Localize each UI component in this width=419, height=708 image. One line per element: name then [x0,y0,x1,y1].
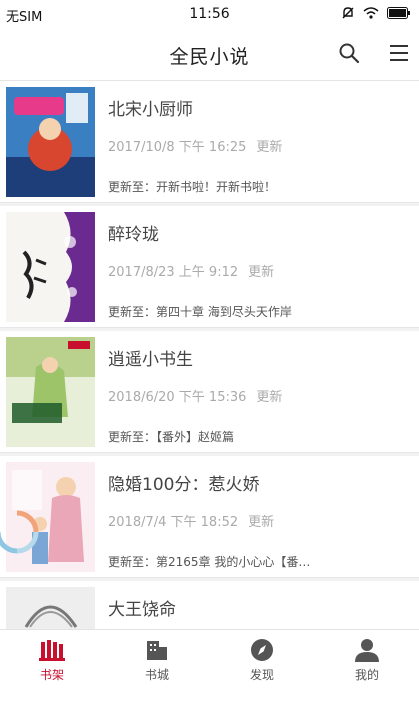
update-tag: 更新 [256,140,283,155]
tab-profile[interactable]: 我的 [315,638,419,683]
book-update-time: 2017/10/8 下午 16:25 更新 [108,136,282,155]
compass-icon [251,639,273,661]
tab-discover[interactable]: 发现 [210,638,314,683]
latest-chapter: 更新至：第四十章 海到尽头天作岸 [108,305,292,319]
book-title: 大王饶命 [108,600,176,620]
book-update-time: 2017/8/23 上午 9:12 更新 [108,261,274,280]
book-cover[interactable] [6,212,95,322]
menu-icon[interactable] [387,41,411,65]
latest-chapter: 更新至：【番外】赵姬篇 [108,430,235,444]
wifi-icon [363,7,379,19]
book-item[interactable]: 大王饶命 [0,581,419,629]
battery-icon [387,7,410,19]
book-cover[interactable] [6,337,95,447]
loading-spinner-icon [0,510,39,554]
update-date: 2018/7/4 下午 18:52 [108,515,239,530]
book-item[interactable]: 逍遥小书生 2018/6/20 下午 15:36 更新 更新至：【番外】赵姬篇 [0,331,419,453]
tab-label: 发现 [249,668,274,682]
book-title: 醉玲珑 [108,225,159,245]
update-tag: 更新 [256,390,283,405]
bottom-tab-bar: 书架 书城 发现 我的 [0,629,419,708]
profile-icon [355,639,379,662]
bookshelf-icon [39,640,65,661]
book-cover[interactable] [6,587,95,629]
update-tag: 更新 [248,515,275,530]
book-cover[interactable] [6,87,95,197]
search-icon[interactable] [337,41,361,65]
tab-label: 我的 [354,668,379,682]
update-date: 2017/10/8 下午 16:25 [108,140,247,155]
update-date: 2017/8/23 上午 9:12 [108,265,239,280]
latest-chapter: 更新至：开新书啦！开新书啦！ [108,180,277,194]
tab-bookshelf[interactable]: 书架 [0,638,104,683]
book-title: 隐婚100分：惹火娇 [108,475,260,495]
book-update-time: 2018/7/4 下午 18:52 更新 [108,511,274,530]
book-title: 北宋小厨师 [108,100,193,120]
bookstore-icon [147,641,167,660]
book-update-time: 2018/6/20 下午 15:36 更新 [108,386,282,405]
app-header: 全民小说 [0,28,419,81]
book-item[interactable]: 北宋小厨师 2017/10/8 下午 16:25 更新 更新至：开新书啦！开新书啦… [0,81,419,203]
book-item[interactable]: 醉玲珑 2017/8/23 上午 9:12 更新 更新至：第四十章 海到尽头天作岸 [0,206,419,328]
tab-bookstore[interactable]: 书城 [105,638,209,683]
status-bar: 无SIM 11:56 [0,0,419,28]
tab-label: 书架 [39,668,64,682]
update-date: 2018/6/20 下午 15:36 [108,390,247,405]
status-icons [341,6,411,20]
latest-chapter: 更新至：第2165章 我的小心心【番… [108,555,311,569]
bookshelf-list[interactable]: 北宋小厨师 2017/10/8 下午 16:25 更新 更新至：开新书啦！开新书啦… [0,81,419,629]
tab-label: 书城 [144,668,169,682]
update-tag: 更新 [248,265,275,280]
book-item[interactable]: 隐婚100分：惹火娇 2018/7/4 下午 18:52 更新 更新至：第2165… [0,456,419,578]
mute-bell-icon [342,7,354,19]
book-title: 逍遥小书生 [108,350,193,370]
